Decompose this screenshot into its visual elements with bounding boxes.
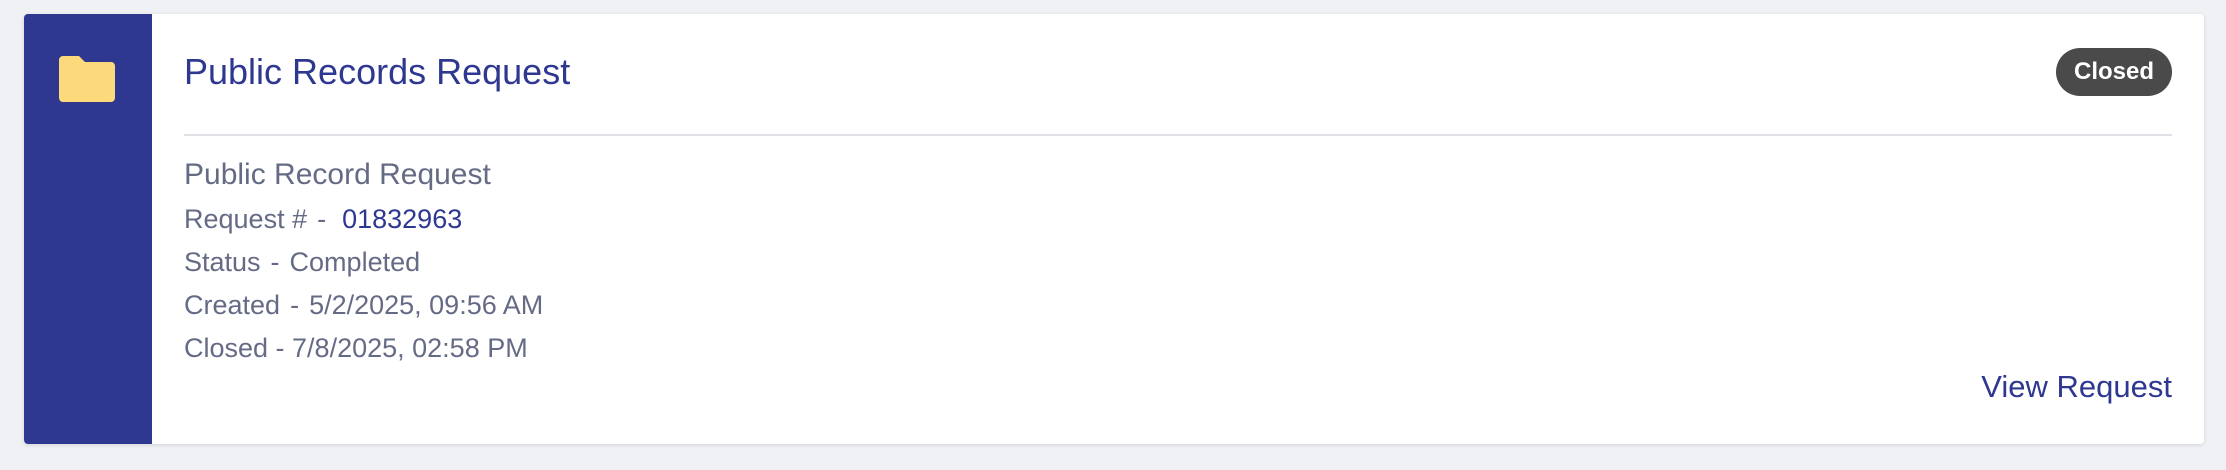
status-label: Status (184, 247, 261, 277)
view-request-link[interactable]: View Request (1981, 368, 2172, 405)
separator: - (290, 290, 300, 320)
separator: - (270, 247, 280, 277)
status-row: Status - Completed (184, 241, 543, 284)
card-side-strip (24, 14, 152, 444)
request-type: Public Record Request (184, 158, 491, 191)
status-badge: Closed (2055, 48, 2172, 96)
card-body: Public Records Request Closed Public Rec… (184, 14, 2172, 444)
status-value: Completed (289, 247, 421, 277)
created-label: Created (184, 290, 281, 320)
request-card: Public Records Request Closed Public Rec… (24, 14, 2204, 444)
created-row: Created -5/2/2025, 09:56 AM (184, 284, 543, 327)
request-number-value: 01832963 (342, 204, 463, 234)
folder-icon (59, 56, 115, 102)
request-details: Public Record Request Request # -01832963… (184, 152, 543, 370)
created-value: 5/2/2025, 09:56 AM (309, 290, 544, 320)
separator: - (317, 204, 327, 234)
request-number-label: Request # (184, 204, 308, 234)
request-number-row: Request # -01832963 (184, 198, 543, 241)
card-header: Public Records Request Closed (184, 14, 2172, 136)
closed-row: Closed - 7/8/2025, 02:58 PM (184, 333, 528, 363)
request-title[interactable]: Public Records Request (184, 54, 570, 90)
